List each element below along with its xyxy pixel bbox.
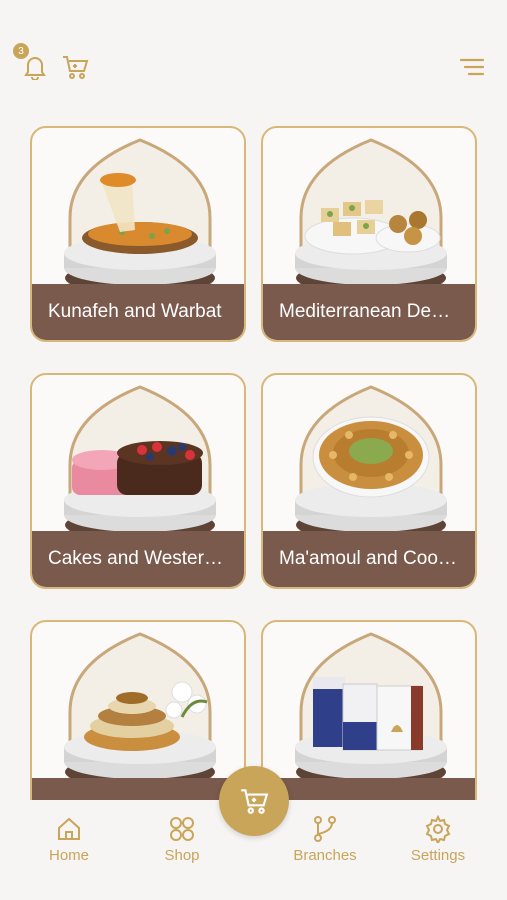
branch-icon [314, 816, 336, 842]
category-label: Cakes and Western Sweets [32, 531, 244, 587]
category-image [295, 632, 447, 788]
nav-shop-label: Shop [164, 847, 200, 864]
grid-icon [170, 817, 194, 841]
cart-icon [241, 789, 269, 814]
cart-fab-button[interactable] [219, 766, 289, 836]
category-card[interactable]: Cakes and Western Sweets [30, 373, 246, 589]
category-label: Kunafeh and Warbat [32, 284, 244, 340]
category-label: Ma'amoul and Cookies [263, 531, 475, 587]
nav-home[interactable]: Home [24, 815, 114, 864]
category-label [263, 778, 475, 800]
nav-shop[interactable]: Shop [137, 815, 227, 864]
gear-icon [425, 815, 451, 843]
category-card[interactable]: Kunafeh and Warbat [30, 126, 246, 342]
nav-branches[interactable]: Branches [280, 815, 370, 864]
category-label [32, 778, 244, 800]
category-card[interactable] [261, 620, 477, 800]
category-card[interactable] [30, 620, 246, 800]
nav-home-label: Home [48, 847, 89, 864]
category-card[interactable]: Ma'amoul and Cookies [261, 373, 477, 589]
category-card[interactable]: Mediterranean Desserts [261, 126, 477, 342]
nav-settings[interactable]: Settings [393, 815, 483, 864]
category-label: Mediterranean Desserts [263, 284, 475, 340]
home-icon [58, 817, 80, 840]
category-image [64, 632, 216, 788]
category-grid: Kunafeh and Warbat Mediterranean Dessert… [0, 0, 507, 800]
nav-settings-label: Settings [410, 847, 466, 864]
nav-branches-label: Branches [293, 847, 357, 864]
